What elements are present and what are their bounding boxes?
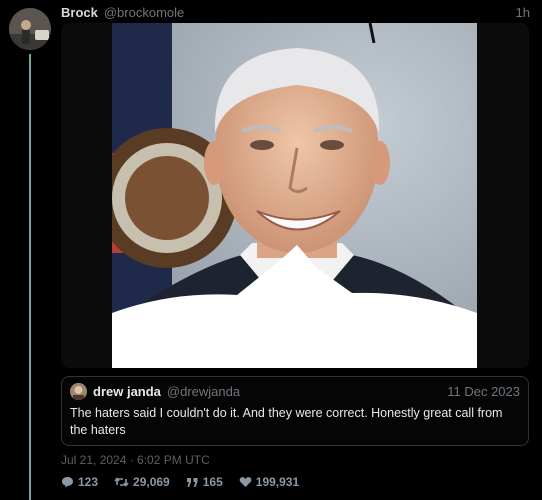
reply-icon: [62, 477, 73, 488]
quote-text: The haters said I couldn't do it. And th…: [70, 406, 503, 437]
quote-header: drew janda @drewjanda 11 Dec 2023: [70, 383, 520, 400]
quoted-tweet[interactable]: drew janda @drewjanda 11 Dec 2023 The ha…: [61, 376, 529, 446]
quote-author-name[interactable]: drew janda: [93, 384, 161, 399]
like-stat[interactable]: 199,931: [239, 475, 299, 489]
reply-count: 123: [78, 475, 99, 489]
reply-stat[interactable]: 123: [61, 475, 98, 489]
retweet-icon: [114, 477, 129, 487]
retweet-count: 29,069: [133, 475, 170, 489]
post-time[interactable]: Jul 21, 2024 · 6:02 PM UTC: [61, 453, 210, 467]
media-card[interactable]: [61, 23, 529, 368]
retweet-stat[interactable]: 29,069: [114, 475, 170, 489]
tweet-photo[interactable]: [112, 23, 477, 368]
quote-count: 165: [202, 475, 223, 489]
quote-avatar[interactable]: [70, 383, 87, 400]
user-photo-icon: [70, 383, 87, 400]
quote-date[interactable]: 11 Dec 2023: [447, 384, 520, 399]
author-name[interactable]: Brock: [61, 5, 98, 20]
quote-stat[interactable]: 165: [186, 475, 223, 489]
author-avatar[interactable]: [9, 8, 51, 50]
heart-icon: [239, 477, 252, 487]
like-count: 199,931: [255, 475, 300, 489]
thread-line: [29, 54, 31, 500]
tweet-header: Brock @brockomole 1h: [61, 5, 530, 20]
author-handle[interactable]: @brockomole: [104, 5, 184, 20]
tweet-stats: 123 29,069 165 199,931: [61, 475, 315, 489]
quote-author-handle[interactable]: @drewjanda: [167, 384, 240, 399]
tweet-timestamp[interactable]: 1h: [516, 5, 530, 20]
quote-marks-icon: [186, 477, 198, 487]
user-photo-icon: [9, 8, 51, 50]
